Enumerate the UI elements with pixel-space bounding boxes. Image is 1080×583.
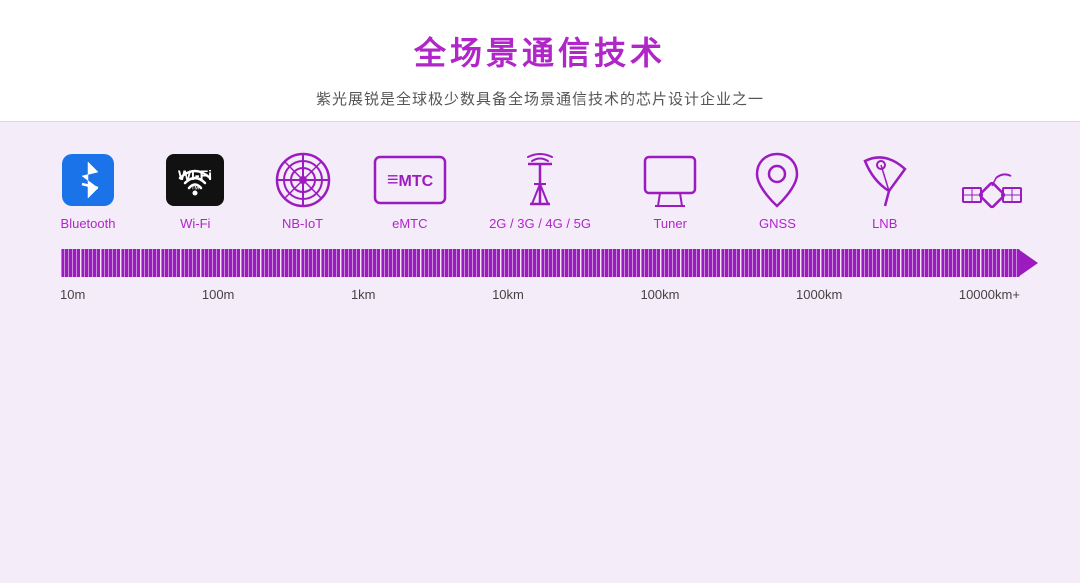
distance-row: 10m 100m 1km 10km 100km 1000km 10000km+ <box>40 277 1040 302</box>
header-section: 全场景通信技术 紫光展锐是全球极少数具备全场景通信技术的芯片设计企业之一 <box>0 0 1080 122</box>
distance-10km: 10km <box>492 287 524 302</box>
main-title: 全场景通信技术 <box>0 28 1080 74</box>
tech-item-tuner: Tuner <box>642 152 698 231</box>
cellular-label: 2G / 3G / 4G / 5G <box>489 216 591 231</box>
nbiot-icon <box>275 152 331 208</box>
distance-10m: 10m <box>60 287 85 302</box>
subtitle: 紫光展锐是全球极少数具备全场景通信技术的芯片设计企业之一 <box>0 88 1080 109</box>
emtc-label: eMTC <box>392 216 427 231</box>
gnss-icon <box>749 152 805 208</box>
distance-100km: 100km <box>640 287 679 302</box>
tech-item-satellite <box>964 167 1020 231</box>
lnb-icon <box>857 152 913 208</box>
tech-item-cellular: 2G / 3G / 4G / 5G <box>489 152 591 231</box>
tech-item-gnss: GNSS <box>749 152 805 231</box>
content-area: Bluetooth Wi-Fi ™ Wi-Fi <box>0 122 1080 583</box>
distance-1km: 1km <box>351 287 376 302</box>
emtc-icon: ≡MTC <box>382 152 438 208</box>
cellular-icon <box>512 152 568 208</box>
tech-item-wifi: Wi-Fi ™ Wi-Fi <box>167 152 223 231</box>
tuner-label: Tuner <box>653 216 686 231</box>
tech-item-nbiot: NB-IoT <box>275 152 331 231</box>
lnb-label: LNB <box>872 216 897 231</box>
tech-item-bluetooth: Bluetooth <box>60 152 116 231</box>
page-wrapper: 全场景通信技术 紫光展锐是全球极少数具备全场景通信技术的芯片设计企业之一 Blu… <box>0 0 1080 583</box>
distance-10000km: 10000km+ <box>959 287 1020 302</box>
wifi-icon: Wi-Fi ™ <box>167 152 223 208</box>
satellite-icon <box>964 167 1020 223</box>
tech-item-emtc: ≡MTC eMTC <box>382 152 438 231</box>
distance-100m: 100m <box>202 287 235 302</box>
nbiot-label: NB-IoT <box>282 216 323 231</box>
bluetooth-label: Bluetooth <box>61 216 116 231</box>
timeline-container <box>40 249 1040 277</box>
distance-1000km: 1000km <box>796 287 842 302</box>
ruler-bar <box>60 249 1020 277</box>
tuner-icon <box>642 152 698 208</box>
icons-row: Bluetooth Wi-Fi ™ Wi-Fi <box>40 152 1040 231</box>
wifi-label: Wi-Fi <box>180 216 210 231</box>
gnss-label: GNSS <box>759 216 796 231</box>
ruler-ticks <box>60 249 1020 277</box>
bluetooth-icon <box>60 152 116 208</box>
tech-item-lnb: LNB <box>857 152 913 231</box>
svg-text:≡MTC: ≡MTC <box>387 169 434 191</box>
